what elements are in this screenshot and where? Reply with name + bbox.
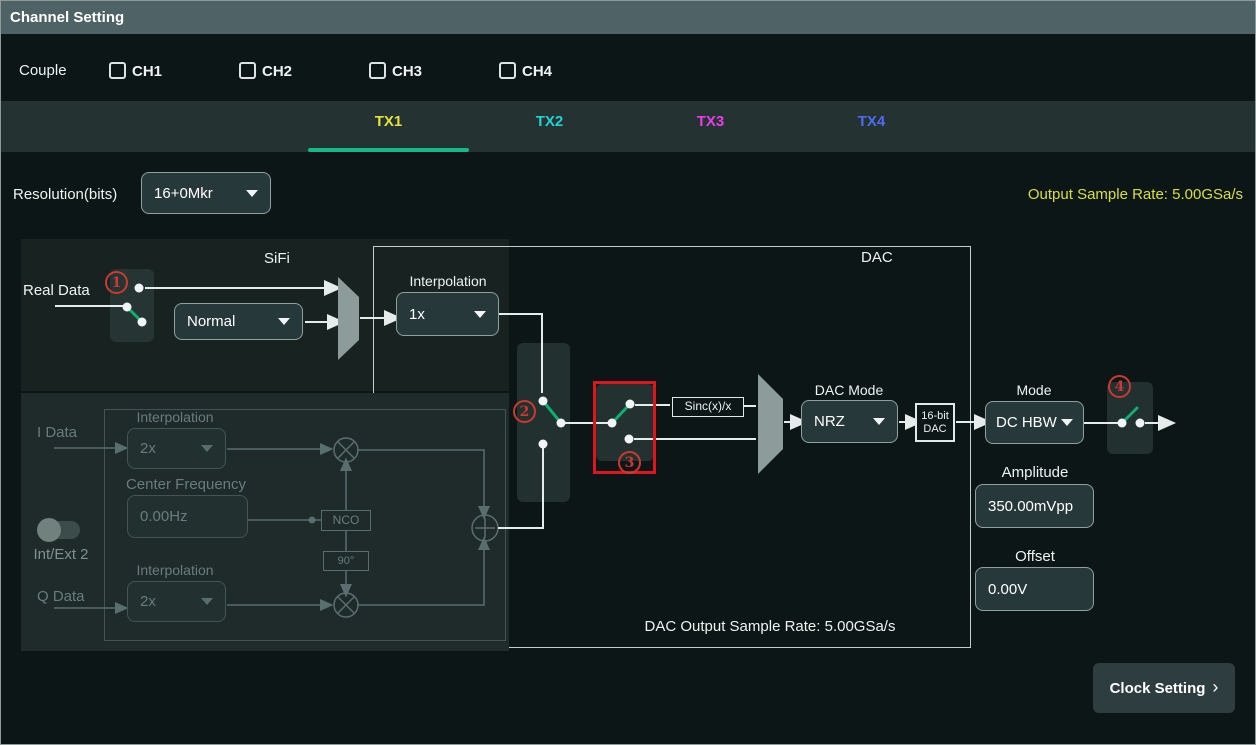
interpolation-label: Interpolation — [398, 273, 498, 289]
q-data-label: Q Data — [37, 588, 85, 605]
toggle-knob — [37, 518, 61, 542]
phase-90-box: 90° — [323, 551, 369, 571]
annotation-circle-2: 2 — [513, 400, 536, 423]
chevron-down-icon — [278, 318, 290, 325]
clock-setting-label: Clock Setting — [1110, 680, 1206, 697]
annotation-circle-1: 1 — [105, 271, 128, 294]
i-data-label: I Data — [37, 424, 77, 441]
offset-input[interactable]: 0.00V — [975, 567, 1094, 611]
sinc-filter-box: Sinc(x)/x — [672, 397, 744, 417]
center-frequency-input: 0.00Hz — [127, 495, 248, 538]
dac-16bit-box: 16-bit DAC — [915, 403, 955, 442]
int-ext-toggle[interactable] — [39, 521, 80, 539]
chevron-right-icon: › — [1212, 677, 1218, 698]
amplitude-input[interactable]: 350.00mVpp — [975, 484, 1094, 528]
sifi-title: SiFi — [264, 250, 304, 267]
chevron-down-icon — [873, 418, 885, 425]
nco-junction-dot — [309, 517, 316, 524]
dac-output-sample-rate: DAC Output Sample Rate: 5.00GSa/s — [620, 618, 920, 635]
chevron-down-icon — [201, 598, 213, 605]
i-interpolation-value: 2x — [140, 440, 156, 457]
center-frequency-value: 0.00Hz — [140, 508, 188, 525]
interpolation-dropdown[interactable]: 1x — [396, 292, 499, 336]
interpolation-value: 1x — [409, 306, 425, 323]
output-mode-value: DC HBW — [996, 414, 1057, 431]
real-data-label: Real Data — [23, 282, 90, 299]
annotation-circle-3: 3 — [618, 451, 641, 474]
nco-label: NCO — [333, 514, 360, 527]
dac-mux-icon — [758, 374, 783, 474]
chevron-down-icon — [201, 445, 213, 452]
chevron-down-icon — [474, 311, 486, 318]
sinc-filter-label: Sinc(x)/x — [685, 400, 732, 413]
phase-90-label: 90° — [338, 555, 355, 567]
clock-setting-button[interactable]: Clock Setting › — [1093, 663, 1235, 713]
i-interpolation-dropdown: 2x — [127, 428, 226, 469]
amplitude-label: Amplitude — [975, 464, 1095, 481]
offset-label: Offset — [975, 548, 1095, 565]
dac-mode-value: NRZ — [814, 413, 845, 430]
q-interpolation-label: Interpolation — [125, 562, 225, 578]
channel-setting-window: Channel Setting Couple CH1 CH2 CH3 CH4 T… — [0, 0, 1256, 745]
center-frequency-label: Center Frequency — [122, 476, 250, 493]
int-ext-toggle-label: Int/Ext 2 — [23, 546, 99, 563]
nco-box: NCO — [321, 510, 371, 531]
dac-mode-label: DAC Mode — [799, 382, 899, 398]
q-interpolation-value: 2x — [140, 593, 156, 610]
sifi-mode-value: Normal — [187, 313, 235, 330]
dac-title: DAC — [861, 249, 893, 266]
output-mode-label: Mode — [984, 382, 1084, 398]
iq-disabled-wires — [54, 438, 498, 617]
amplitude-value: 350.00mVpp — [988, 498, 1073, 515]
dac-16bit-line2: DAC — [923, 423, 946, 435]
i-interpolation-label: Interpolation — [125, 409, 225, 425]
dac-mode-dropdown[interactable]: NRZ — [801, 400, 898, 443]
chevron-down-icon — [1061, 419, 1073, 426]
dac-16bit-line1: 16-bit — [921, 410, 949, 422]
sifi-mode-dropdown[interactable]: Normal — [174, 303, 303, 340]
q-interpolation-dropdown: 2x — [127, 581, 226, 622]
output-mode-dropdown[interactable]: DC HBW — [985, 401, 1084, 444]
sifi-mux-icon — [338, 277, 359, 360]
offset-value: 0.00V — [988, 581, 1027, 598]
annotation-circle-4: 4 — [1108, 375, 1131, 398]
